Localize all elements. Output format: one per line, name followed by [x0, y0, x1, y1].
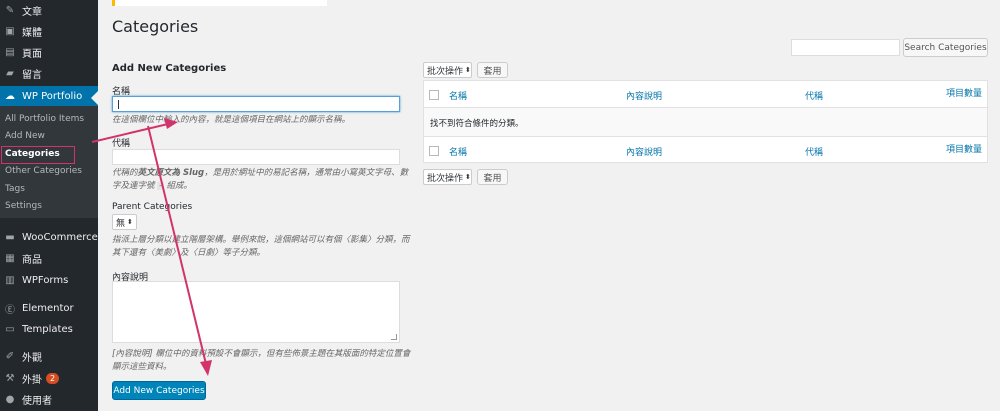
submenu-item-tags[interactable]: Tags — [5, 184, 25, 194]
submenu-item-add-new[interactable]: Add New — [5, 131, 45, 141]
categories-table: 名稱 內容說明 代稱 項目數量 找不到符合條件的分類。 名稱 內容說明 代稱 項… — [423, 80, 988, 163]
menu-item-label: WP Portfolio — [22, 90, 83, 102]
slug-desc-code: - — [157, 182, 164, 190]
search-categories-button[interactable]: Search Categories — [903, 38, 988, 57]
form-heading: Add New Categories — [112, 63, 227, 74]
add-new-category-button[interactable]: Add New Categories — [112, 381, 206, 400]
menu-item-media[interactable]: ▣ 媒體 — [0, 21, 98, 41]
slug-field[interactable] — [112, 149, 400, 165]
menu-item-wp-portfolio[interactable]: ☁ WP Portfolio — [0, 86, 98, 106]
menu-item-pages[interactable]: ▤ 頁面 — [0, 42, 98, 62]
menu-item-label: WPForms — [22, 274, 69, 286]
product-icon: ▦ — [5, 252, 15, 264]
bulk-action-label: 批次操作 — [427, 173, 464, 184]
admin-notice — [112, 0, 327, 6]
name-field[interactable] — [112, 96, 400, 112]
menu-item-woocommerce[interactable]: ▬ WooCommerce — [0, 227, 98, 247]
select-arrows-icon: ⬍ — [465, 66, 471, 74]
column-count-footer[interactable]: 項目數量 — [946, 142, 982, 155]
menu-item-label: Templates — [22, 323, 73, 335]
bulk-action-select-top[interactable]: 批次操作 ⬍ — [423, 62, 472, 78]
table-row: 找不到符合條件的分類。 — [424, 108, 987, 136]
bulk-action-select-bottom[interactable]: 批次操作 ⬍ — [423, 169, 472, 185]
menu-item-label: 外觀 — [22, 352, 42, 364]
slug-desc-prefix: 代稱的 — [112, 168, 138, 178]
slug-label: 代稱 — [112, 139, 131, 149]
menu-item-appearance[interactable]: ✐ 外觀 — [0, 346, 98, 366]
wpforms-icon: ▥ — [5, 274, 15, 286]
parent-description: 指派上層分類以建立階層架構。舉例來說，這個網站可以有個〈影集〉分類，而其下還有〈… — [112, 235, 410, 258]
categories-highlight-box — [1, 146, 75, 164]
menu-item-plugins[interactable]: ⚒ 外掛 2 — [0, 368, 98, 388]
table-header: 名稱 內容說明 代稱 項目數量 — [424, 81, 987, 108]
menu-item-label: 使用者 — [22, 395, 52, 407]
name-description: 在這個欄位中輸入的內容，就是這個項目在網站上的顯示名稱。 — [112, 115, 351, 125]
table-footer: 名稱 內容說明 代稱 項目數量 — [424, 136, 987, 163]
select-arrows-icon: ⬍ — [127, 218, 133, 226]
menu-item-products[interactable]: ▦ 商品 — [0, 248, 98, 268]
menu-item-label: Elementor — [22, 302, 74, 314]
menu-item-posts[interactable]: ✎ 文章 — [0, 0, 98, 20]
users-icon: ● — [5, 393, 15, 405]
menu-item-label: 文章 — [22, 6, 42, 18]
column-description[interactable]: 內容說明 — [626, 89, 662, 102]
column-description-footer[interactable]: 內容說明 — [626, 145, 662, 158]
column-name-footer[interactable]: 名稱 — [449, 145, 467, 158]
plugins-icon: ⚒ — [5, 372, 15, 384]
submenu-item-settings[interactable]: Settings — [5, 201, 42, 211]
page-icon: ▤ — [5, 46, 15, 58]
menu-item-label: 商品 — [22, 254, 42, 266]
column-count[interactable]: 項目數量 — [946, 86, 982, 99]
media-icon: ▣ — [5, 25, 15, 37]
menu-item-comments[interactable]: ▰ 留言 — [0, 63, 98, 83]
parent-select[interactable]: 無 ⬍ — [112, 214, 137, 230]
no-items-message: 找不到符合條件的分類。 — [430, 119, 524, 129]
elementor-icon: Ⓔ — [5, 304, 15, 316]
parent-label: Parent Categories — [112, 202, 193, 212]
menu-item-label: WooCommerce — [22, 231, 98, 243]
menu-item-label: 外掛 — [22, 374, 42, 386]
select-arrows-icon: ⬍ — [465, 173, 471, 181]
search-input[interactable] — [791, 39, 900, 56]
submenu-item-all-portfolio[interactable]: All Portfolio Items — [5, 114, 84, 124]
bulk-action-label: 批次操作 — [427, 66, 464, 77]
woocommerce-icon: ▬ — [5, 231, 15, 243]
menu-item-wpforms[interactable]: ▥ WPForms — [0, 270, 98, 290]
description-note: [內容說明] 欄位中的資料預設不會顯示，但有些佈景主題在其版面的特定位置會顯示這… — [112, 349, 411, 372]
slug-description: 代稱的英文原文為 Slug，是用於網址中的易記名稱，通常由小寫英文字母、數字及連… — [112, 167, 410, 193]
menu-item-templates[interactable]: ▭ Templates — [0, 319, 98, 339]
select-all-checkbox-footer[interactable] — [429, 146, 439, 156]
menu-item-label: 留言 — [22, 69, 42, 81]
slug-desc-suffix: 組成。 — [166, 181, 192, 191]
menu-item-users[interactable]: ● 使用者 — [0, 389, 98, 409]
menu-item-label: 媒體 — [22, 27, 42, 39]
column-slug[interactable]: 代稱 — [805, 89, 823, 102]
page-title: Categories — [112, 17, 199, 36]
column-name[interactable]: 名稱 — [449, 89, 467, 102]
column-slug-footer[interactable]: 代稱 — [805, 145, 823, 158]
resize-grip-icon[interactable] — [391, 334, 397, 340]
comment-icon: ▰ — [6, 67, 14, 79]
portfolio-icon: ☁ — [5, 90, 15, 102]
pin-icon: ✎ — [5, 4, 15, 16]
apply-button-top[interactable]: 套用 — [477, 62, 508, 78]
submenu-item-other-categories[interactable]: Other Categories — [5, 166, 82, 176]
parent-select-value: 無 — [116, 218, 126, 229]
menu-item-label: 頁面 — [22, 48, 42, 60]
plugins-update-badge: 2 — [46, 372, 60, 384]
appearance-icon: ✐ — [5, 350, 15, 362]
menu-item-elementor[interactable]: Ⓔ Elementor — [0, 298, 98, 318]
description-textarea[interactable] — [112, 281, 400, 343]
admin-sidebar: ✎ 文章 ▣ 媒體 ▤ 頁面 ▰ 留言 ☁ WP Portfolio All P… — [0, 0, 98, 411]
select-all-checkbox[interactable] — [429, 90, 439, 100]
templates-icon: ▭ — [5, 323, 15, 335]
slug-desc-bold: 英文原文為 Slug — [137, 168, 205, 178]
apply-button-bottom[interactable]: 套用 — [477, 169, 508, 185]
